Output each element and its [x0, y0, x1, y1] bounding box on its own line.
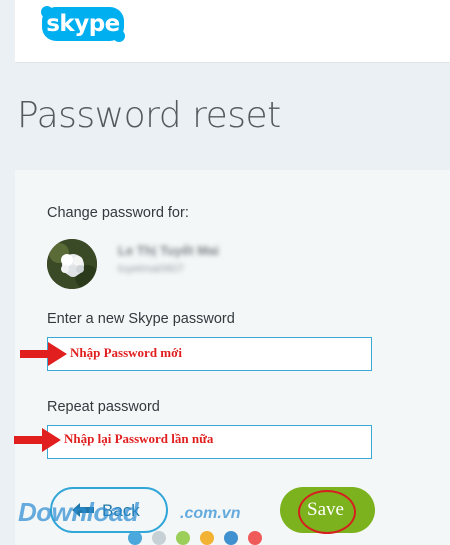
svg-text:skype: skype — [46, 11, 120, 37]
top-header-bar: skype — [15, 0, 450, 63]
new-password-annotation: Nhập Password mới — [70, 345, 182, 360]
watermark-dot — [128, 531, 142, 545]
red-arrow-icon — [14, 428, 61, 452]
watermark-dot — [152, 531, 166, 545]
user-skype-name: tuyetmai0607 — [118, 263, 185, 275]
new-password-label: Enter a new Skype password — [47, 311, 235, 327]
watermark-text: Download — [18, 497, 139, 527]
page-title: Password reset — [17, 95, 281, 136]
change-for-label: Change password for: — [47, 205, 189, 221]
save-highlight-circle — [298, 490, 356, 534]
watermark-dot — [224, 531, 238, 545]
watermark-dot — [248, 531, 262, 545]
avatar — [47, 239, 97, 289]
repeat-password-label: Repeat password — [47, 399, 160, 415]
avatar-image — [47, 239, 97, 289]
watermark-dot — [200, 531, 214, 545]
watermark-suffix: .com.vn — [180, 505, 241, 522]
repeat-password-annotation: Nhập lại Password lần nữa — [64, 431, 214, 446]
watermark-dot — [176, 531, 190, 545]
skype-logo: skype — [41, 6, 125, 42]
red-arrow-icon — [20, 342, 67, 366]
user-display-name: Le Thị Tuyết Mai — [118, 243, 219, 258]
